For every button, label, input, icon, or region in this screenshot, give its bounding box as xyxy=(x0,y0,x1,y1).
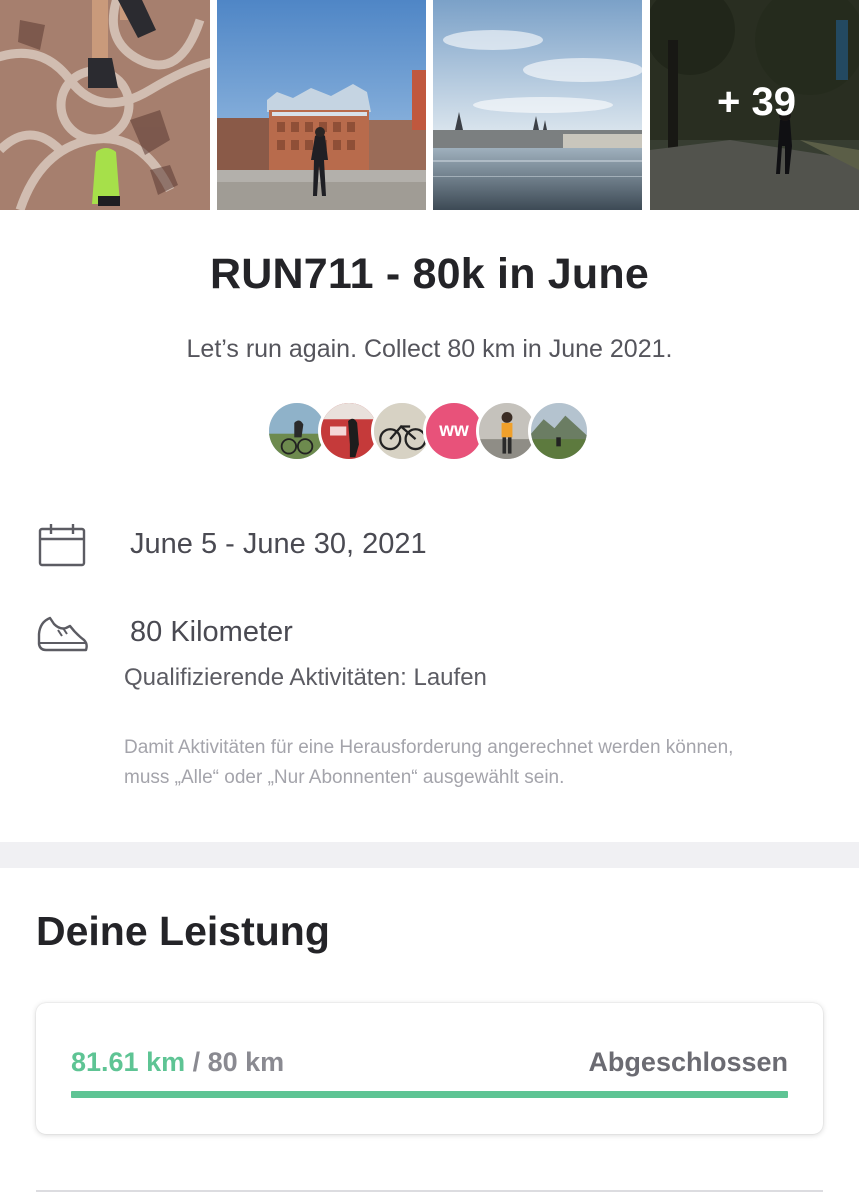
avatar[interactable] xyxy=(528,400,590,462)
qualifying-activities: Qualifizierende Aktivitäten: Laufen xyxy=(124,664,487,691)
progress-bar-fill xyxy=(71,1091,788,1098)
photo-alster-lake[interactable] xyxy=(433,0,642,210)
completion-status: Abgeschlossen xyxy=(588,1047,788,1077)
shoe-icon xyxy=(37,616,88,652)
calendar-icon xyxy=(38,524,86,567)
progress-bar xyxy=(71,1091,788,1098)
progress-text: 81.61 km / 80 km xyxy=(71,1047,284,1078)
progress-separator: / xyxy=(185,1047,208,1077)
participant-avatars[interactable]: ww xyxy=(266,400,596,462)
challenge-date-range: June 5 - June 30, 2021 xyxy=(130,528,427,560)
challenge-subtitle: Let’s run again. Collect 80 km in June 2… xyxy=(186,335,673,363)
privacy-note: Damit Aktivitäten für eine Herausforderu… xyxy=(124,737,734,788)
avatar-initials: ww xyxy=(439,420,469,441)
challenge-title: RUN711 - 80k in June xyxy=(210,250,649,298)
section-divider xyxy=(0,842,859,868)
progress-current: 81.61 km xyxy=(71,1047,186,1077)
performance-section-title: Deine Leistung xyxy=(36,908,330,954)
photo-park-runner[interactable]: + 39 xyxy=(650,0,859,210)
more-photos-count: + 39 xyxy=(717,79,796,124)
progress-card[interactable]: 81.61 km / 80 km Abgeschlossen xyxy=(36,1003,823,1134)
photo-feet-pavement[interactable] xyxy=(0,0,210,210)
challenge-goal: 80 Kilometer xyxy=(130,616,293,648)
progress-goal: 80 km xyxy=(207,1047,285,1077)
bottom-divider xyxy=(36,1190,823,1192)
photo-strip: + 39 xyxy=(0,0,859,210)
photo-elbphilharmonie[interactable] xyxy=(217,0,426,210)
